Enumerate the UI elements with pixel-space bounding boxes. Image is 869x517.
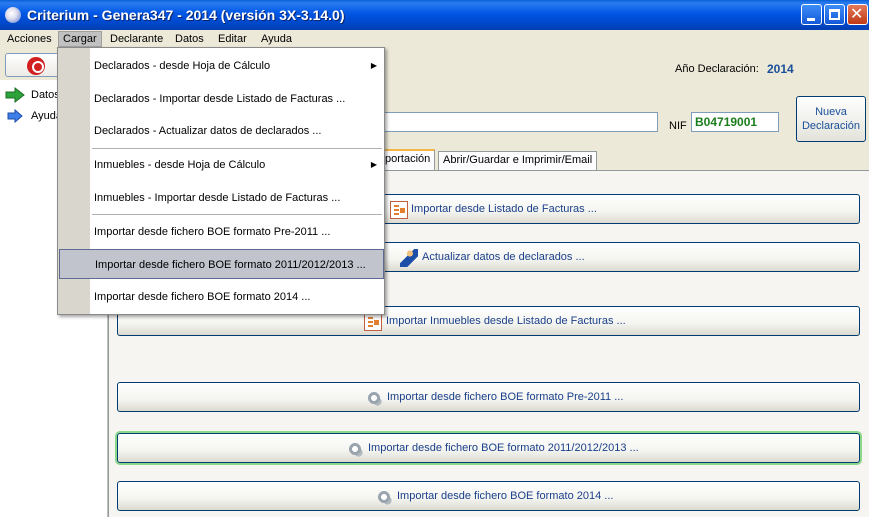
menu-item-label: Declarados - Importar desde Listado de F… (94, 93, 346, 105)
nav-item-label: Datos (31, 89, 60, 101)
importar-boe-2011-2013-button[interactable]: Importar desde fichero BOE formato 2011/… (117, 433, 860, 463)
declarante-name-input[interactable] (370, 112, 658, 132)
menu-item-inmuebles-importar[interactable]: Inmuebles - Importar desde Listado de Fa… (59, 183, 384, 213)
menu-declarante[interactable]: Declarante (106, 31, 167, 47)
list-import-icon (390, 201, 408, 219)
submenu-arrow-icon: ▶ (370, 61, 377, 70)
button-label: Actualizar datos de declarados ... (422, 251, 585, 263)
menu-datos[interactable]: Datos (171, 31, 208, 47)
menu-item-label: Importar desde fichero BOE formato 2014 … (94, 291, 311, 303)
menu-acciones[interactable]: Acciones (3, 31, 56, 47)
menu-item-declarados-actualizar[interactable]: Declarados - Actualizar datos de declara… (59, 116, 384, 146)
minimize-icon (807, 18, 815, 21)
maximize-button[interactable] (824, 4, 845, 25)
app-logo-icon[interactable] (5, 7, 21, 23)
tab-importacion[interactable]: portación (380, 149, 436, 170)
close-button[interactable]: ✕ (847, 4, 868, 25)
menu-item-label: Importar desde fichero BOE formato Pre-2… (94, 226, 331, 238)
list-import-icon (364, 313, 382, 331)
menu-item-label: Declarados - Actualizar datos de declara… (94, 125, 322, 137)
menu-item-declarados-importar[interactable]: Declarados - Importar desde Listado de F… (59, 84, 384, 114)
button-label: Importar desde fichero BOE formato 2014 … (397, 490, 614, 502)
close-icon: ✕ (850, 4, 864, 23)
anio-value: 2014 (767, 62, 794, 76)
maximize-icon (829, 9, 840, 20)
submenu-arrow-icon: ▶ (370, 160, 377, 169)
menu-item-boe-2014[interactable]: Importar desde fichero BOE formato 2014 … (59, 282, 384, 312)
button-label: Importar desde fichero BOE formato 2011/… (368, 442, 639, 454)
gears-icon (375, 488, 393, 506)
menu-separator (92, 148, 382, 149)
menu-editar[interactable]: Editar (214, 31, 251, 47)
menu-item-label: Inmuebles - Importar desde Listado de Fa… (94, 192, 341, 204)
menu-item-inmuebles-hoja[interactable]: Inmuebles - desde Hoja de Cálculo ▶ (59, 150, 384, 180)
nueva-declaracion-button[interactable]: Nueva Declaración (796, 96, 866, 142)
tab-abrir-guardar[interactable]: Abrir/Guardar e Imprimir/Email (438, 151, 598, 170)
importar-boe-pre2011-button[interactable]: Importar desde fichero BOE formato Pre-2… (117, 382, 860, 412)
button-label: Importar Inmuebles desde Listado de Fact… (386, 315, 626, 327)
cargar-dropdown-menu: Declarados - desde Hoja de Cálculo ▶ Dec… (57, 47, 385, 315)
gears-icon (365, 389, 383, 407)
blue-arrow-icon (7, 108, 23, 124)
minimize-button[interactable] (801, 4, 822, 25)
menu-item-boe-pre2011[interactable]: Importar desde fichero BOE formato Pre-2… (59, 217, 384, 247)
menu-ayuda[interactable]: Ayuda (257, 31, 296, 47)
nif-field[interactable]: B04719001 (691, 112, 779, 132)
menu-item-label: Inmuebles - desde Hoja de Cálculo (94, 159, 266, 171)
green-arrow-icon (5, 87, 25, 103)
button-label: Importar desde Listado de Facturas ... (411, 203, 597, 215)
menu-item-declarados-hoja[interactable]: Declarados - desde Hoja de Cálculo ▶ (59, 51, 384, 81)
gears-icon (346, 440, 364, 458)
menu-item-label: Declarados - desde Hoja de Cálculo (94, 60, 271, 72)
menu-item-boe-2011-2013[interactable]: Importar desde fichero BOE formato 2011/… (59, 249, 384, 279)
button-label: Importar desde fichero BOE formato Pre-2… (387, 391, 624, 403)
menu-separator (92, 214, 382, 215)
window-title: Criterium - Genera347 - 2014 (versión 3X… (27, 7, 345, 23)
power-icon (27, 57, 45, 75)
menu-bar: Acciones Cargar Declarante Datos Editar … (0, 30, 869, 48)
nueva-line1: Nueva (815, 106, 847, 118)
title-bar: Criterium - Genera347 - 2014 (versión 3X… (0, 0, 869, 30)
nif-label: NIF (669, 120, 687, 132)
nueva-line2: Declaración (801, 120, 861, 132)
menu-cargar[interactable]: Cargar (58, 31, 102, 47)
anio-label: Año Declaración: (675, 63, 759, 75)
person-pen-icon (400, 249, 418, 267)
importar-boe-2014-button[interactable]: Importar desde fichero BOE formato 2014 … (117, 481, 860, 511)
menu-item-label: Importar desde fichero BOE formato 2011/… (95, 259, 366, 271)
